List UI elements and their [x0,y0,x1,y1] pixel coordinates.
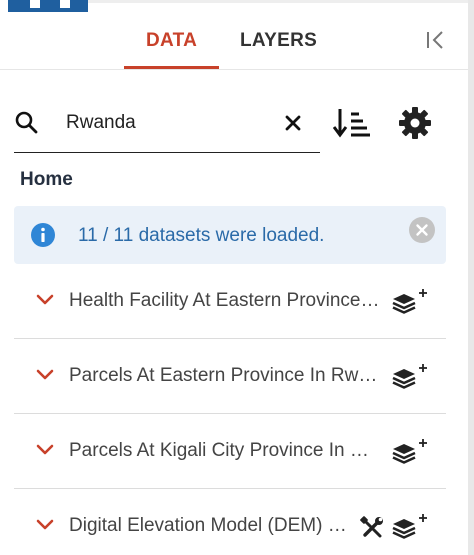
info-banner: 11 / 11 datasets were loaded. [14,206,446,264]
panel-scrollbar[interactable] [468,0,474,555]
breadcrumb[interactable]: Home [20,169,73,191]
panel-tabs: DATA LAYERS [0,20,468,70]
sort-icon [332,109,370,138]
dataset-row[interactable]: Health Facility At Eastern Province In R… [14,264,446,339]
search-bar [14,96,320,153]
app-logo [8,0,88,12]
info-icon [31,223,55,247]
tab-layers[interactable]: LAYERS [240,30,317,52]
panel-top-edge [88,0,468,3]
collapse-panel-button[interactable] [425,28,447,52]
close-circle-icon [409,217,435,243]
chevron-down-icon[interactable] [36,294,54,306]
add-layer-button[interactable] [392,363,428,391]
dataset-title[interactable]: Digital Elevation Model (DEM) For Rwanda [69,515,349,537]
dataset-title[interactable]: Health Facility At Eastern Province In R… [69,290,381,312]
chevron-down-icon[interactable] [36,519,54,531]
layers-plus-icon [392,439,427,464]
chevron-down-icon[interactable] [36,369,54,381]
sort-button[interactable] [332,106,371,140]
add-layer-button[interactable] [392,438,428,466]
dataset-list: Health Facility At Eastern Province In R… [14,264,446,555]
settings-button[interactable] [398,106,432,140]
close-icon [285,115,301,131]
active-tab-indicator [124,66,219,69]
add-layer-button[interactable] [392,288,428,316]
search-icon [15,111,38,134]
dataset-row[interactable]: Parcels At Kigali City Province In Rwand… [14,414,446,489]
add-layer-button[interactable] [392,513,428,541]
layers-plus-icon [392,364,427,389]
collapse-panel-icon [427,31,443,49]
clear-search-button[interactable] [282,112,304,134]
layers-plus-icon [392,289,427,314]
tools-icon [360,516,383,538]
dataset-row[interactable]: Digital Elevation Model (DEM) For Rwanda [14,489,446,555]
chevron-down-icon[interactable] [36,444,54,456]
dismiss-banner-button[interactable] [409,217,435,243]
info-message: 11 / 11 datasets were loaded. [78,225,325,246]
search-input[interactable] [66,108,276,138]
dataset-title[interactable]: Parcels At Eastern Province In Rwanda [69,365,381,387]
dataset-title[interactable]: Parcels At Kigali City Province In Rwand… [69,440,381,462]
tab-data[interactable]: DATA [146,30,197,52]
dataset-tools-button[interactable] [360,516,384,540]
dataset-row[interactable]: Parcels At Eastern Province In Rwanda [14,339,446,414]
gear-icon [399,107,431,139]
layers-plus-icon [392,514,427,539]
